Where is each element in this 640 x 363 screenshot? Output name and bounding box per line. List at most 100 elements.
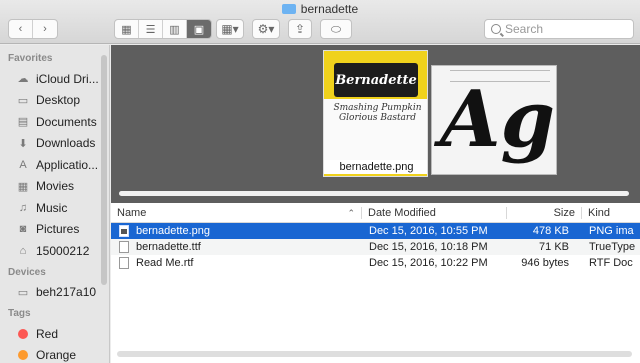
coverflow-view-button[interactable]: ▣ — [187, 20, 211, 38]
share-button[interactable]: ⇪ — [288, 19, 312, 39]
file-icon — [119, 225, 129, 237]
sort-chevron-icon: ⌃ — [347, 207, 355, 218]
sidebar-scrollbar[interactable] — [101, 55, 107, 285]
sidebar-item-label: Red — [36, 326, 59, 341]
sidebar: Favorites ☁ iCloud Dri... ▭ Desktop ▤ Documen… — [0, 45, 110, 363]
file-name: bernadette.ttf — [136, 241, 201, 253]
list-view-button[interactable]: ☰ — [139, 20, 163, 38]
music-icon: ♫ — [18, 201, 28, 214]
preview-script-art: Smashing Pumpkin Glorious Bastard — [333, 103, 422, 123]
action-gear-button[interactable]: ⚙▾ — [252, 19, 280, 39]
cell-date: Dec 15, 2016, 10:18 PM — [369, 241, 488, 253]
gear-icon: ⚙▾ — [257, 22, 275, 36]
sidebar-item-label: Desktop — [36, 93, 81, 108]
sidebar-item-tags[interactable]: Orange — [0, 345, 109, 363]
computer-icon: ▭ — [17, 286, 29, 299]
sidebar-item-favorites[interactable]: ♫ Music — [0, 197, 109, 219]
sidebar-item-label: beh217a10 — [36, 285, 97, 300]
file-list: Name ⌃ Date Modified Size Kind bernadette… — [111, 203, 640, 363]
file-icon — [119, 257, 129, 269]
list-horizontal-scrollbar[interactable] — [117, 351, 632, 357]
edit-tags-button[interactable]: ⬭ — [320, 19, 352, 39]
sidebar-item-label: Downloads — [36, 136, 96, 151]
sidebar-item-tags[interactable]: Red — [0, 323, 109, 345]
folder-icon — [281, 4, 296, 14]
tag-color-dot-icon — [18, 350, 28, 361]
file-name: Read Me.rtf — [136, 257, 194, 269]
share-icon: ⇪ — [294, 22, 306, 36]
preview-glyph: Ag — [440, 74, 556, 165]
tag-icon — [16, 328, 30, 340]
cell-size: 946 bytes — [521, 257, 569, 269]
camera-icon: ◙ — [19, 223, 27, 236]
sidebar-item-favorites[interactable]: ☁ iCloud Dri... — [0, 68, 109, 90]
sidebar-item-label: Applicatio... — [36, 157, 99, 172]
coverflow-preview: Bernadette Smashing Pumpkin Glorious Bas… — [111, 45, 640, 203]
icon-view-button[interactable]: ▦ — [115, 20, 139, 38]
favorites-header: Favorites — [8, 53, 53, 64]
film-icon: ▦ — [17, 180, 29, 193]
cell-name: bernadette.png — [111, 225, 361, 237]
view-mode-control: ▦ ☰ ▥ ▣ — [114, 19, 212, 39]
list-header: Name ⌃ Date Modified Size Kind — [111, 203, 640, 223]
coverflow-item-next[interactable]: Ag — [431, 65, 557, 175]
sidebar-item-devices[interactable]: ▭ beh217a10 — [0, 282, 109, 304]
sidebar-item-favorites[interactable]: ◙ Pictures — [0, 219, 109, 241]
sidebar-item-label: Music — [36, 200, 68, 215]
file-name: bernadette.png — [136, 225, 211, 237]
cell-kind: PNG ima — [589, 225, 634, 237]
search-field[interactable]: Search — [484, 19, 634, 39]
sidebar-item-favorites[interactable]: ▭ Desktop — [0, 90, 109, 112]
tag-color-dot-icon — [18, 328, 28, 339]
sidebar-item-label: Documents — [36, 114, 97, 129]
home-icon: ⌂ — [19, 244, 27, 257]
sidebar-item-favorites[interactable]: A Applicatio... — [0, 154, 109, 176]
back-button[interactable]: ‹ — [9, 20, 33, 38]
table-row[interactable]: Read Me.rtf Dec 15, 2016, 10:22 PM 946 byt… — [111, 255, 640, 271]
coverflow-item-selected[interactable]: Bernadette Smashing Pumpkin Glorious Bas… — [323, 50, 428, 177]
search-icon — [491, 24, 501, 34]
arrange-button[interactable]: ▦▾ — [216, 19, 244, 39]
window-title-text: bernadette — [300, 2, 359, 16]
document-icon: ▤ — [17, 116, 29, 129]
cell-date: Dec 15, 2016, 10:22 PM — [369, 257, 488, 269]
table-row[interactable]: bernadette.png Dec 15, 2016, 10:55 PM 478 … — [111, 223, 640, 239]
column-header-size[interactable]: Size — [506, 206, 581, 219]
sidebar-item-favorites[interactable]: ▤ Documents — [0, 111, 109, 133]
window-title: bernadette — [0, 2, 640, 16]
sidebar-item-label: Movies — [36, 179, 75, 194]
cell-kind: RTF Doc — [589, 257, 633, 269]
cell-name: Read Me.rtf — [111, 257, 361, 269]
sidebar-item-label: Pictures — [36, 222, 80, 237]
coverflow-caption: bernadette.png — [324, 160, 427, 174]
cell-name: bernadette.ttf — [111, 241, 361, 253]
table-row[interactable]: bernadette.ttf Dec 15, 2016, 10:18 PM 71 K… — [111, 239, 640, 255]
sidebar-item-label: Orange — [36, 348, 77, 363]
devices-header: Devices — [8, 266, 46, 278]
sidebar-item-favorites[interactable]: ⌂ 15000212 — [0, 240, 109, 262]
search-placeholder: Search — [505, 22, 544, 36]
file-icon — [119, 241, 129, 253]
column-header-name[interactable]: Name ⌃ — [111, 207, 361, 219]
sidebar-item-label: 15000212 — [36, 243, 90, 258]
applications-icon: A — [19, 158, 27, 171]
sidebar-item-label: iCloud Dri... — [36, 71, 99, 86]
preview-title-art: Bernadette — [334, 63, 418, 97]
column-header-kind[interactable]: Kind — [581, 206, 640, 219]
cell-date: Dec 15, 2016, 10:55 PM — [369, 225, 488, 237]
window-toolbar: bernadette ‹ › ▦ ☰ ▥ ▣ ▦▾ ⚙▾ ⇪ ⬭ Search — [0, 0, 640, 44]
back-forward-control: ‹ › — [8, 19, 58, 39]
cell-size: 478 KB — [532, 225, 569, 237]
sidebar-item-favorites[interactable]: ⬇ Downloads — [0, 133, 109, 155]
tag-icon: ⬭ — [330, 21, 342, 36]
cell-kind: TrueType — [589, 241, 636, 253]
column-header-date[interactable]: Date Modified — [361, 206, 506, 219]
column-view-button[interactable]: ▥ — [163, 20, 187, 38]
forward-button[interactable]: › — [33, 20, 57, 38]
sidebar-item-favorites[interactable]: ▦ Movies — [0, 176, 109, 198]
coverflow-scrollbar[interactable] — [119, 191, 629, 196]
tags-header: Tags — [8, 308, 31, 319]
column-name-label: Name — [117, 206, 147, 219]
download-icon: ⬇ — [18, 137, 28, 150]
cell-size: 71 KB — [539, 241, 569, 253]
